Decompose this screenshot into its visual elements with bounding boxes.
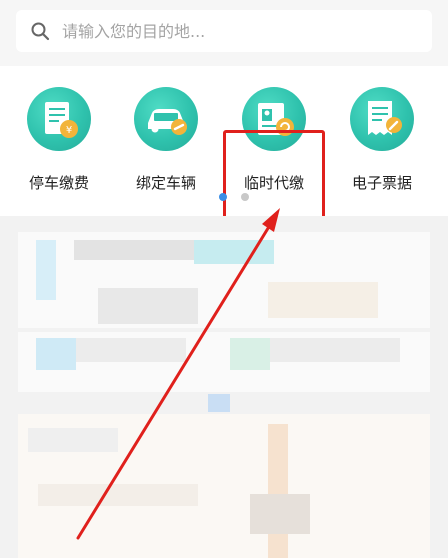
bind-vehicle-icon — [134, 87, 198, 151]
search-box[interactable] — [16, 10, 432, 52]
page-dot-active[interactable] — [219, 193, 227, 201]
search-icon — [31, 22, 50, 41]
blurred-card — [18, 332, 430, 392]
page-dot[interactable] — [241, 193, 249, 201]
service-e-receipt[interactable]: 电子票据 — [332, 84, 432, 194]
e-receipt-icon — [350, 87, 414, 151]
page-indicator — [219, 193, 259, 203]
blurred-block — [208, 394, 230, 412]
blurred-content-area — [0, 216, 448, 558]
blurred-card — [18, 414, 430, 558]
service-bind-vehicle[interactable]: 绑定车辆 — [116, 84, 216, 194]
search-input[interactable] — [62, 19, 412, 43]
service-parking-payment[interactable]: ¥ 停车缴费 — [9, 84, 109, 194]
blurred-card — [18, 232, 430, 328]
svg-text:¥: ¥ — [66, 125, 72, 136]
service-label: 绑定车辆 — [135, 174, 196, 192]
service-label: 停车缴费 — [28, 174, 89, 192]
search-bar-area — [0, 0, 448, 66]
service-label: 电子票据 — [351, 174, 412, 192]
parking-payment-icon: ¥ — [27, 87, 91, 151]
